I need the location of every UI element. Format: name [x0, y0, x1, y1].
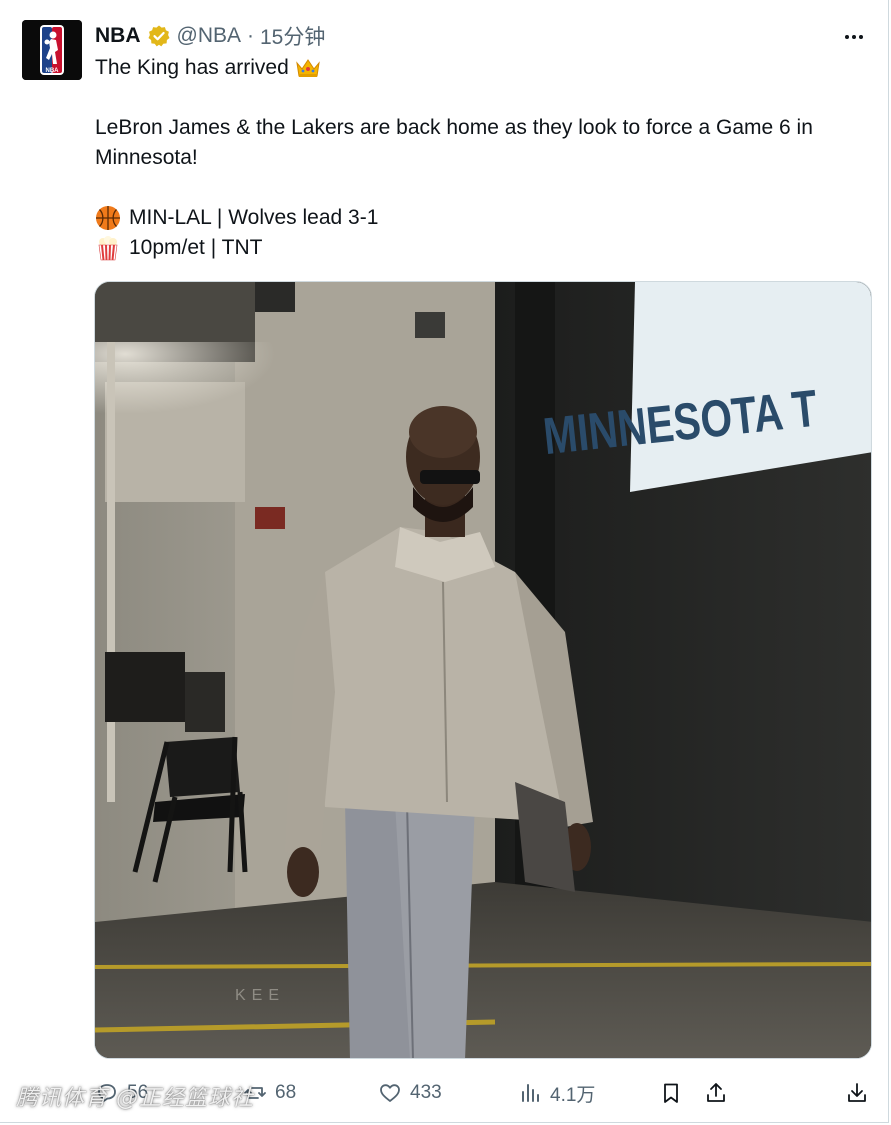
more-options-button[interactable]	[839, 22, 869, 52]
floor-text: KEE	[235, 987, 285, 1004]
download-button[interactable]	[845, 1075, 869, 1111]
basketball-icon	[96, 206, 120, 230]
like-button[interactable]: 433	[378, 1075, 442, 1111]
share-icon	[707, 1083, 725, 1102]
separator-dot: ·	[247, 24, 254, 47]
tweet-line: LeBron James & the Lakers are back home …	[95, 113, 875, 143]
avatar[interactable]: NBA	[22, 20, 82, 80]
crown-icon	[296, 59, 320, 77]
watermark-text: 腾讯体育 @正经篮球社	[16, 1086, 254, 1111]
views-count: 4.1万	[550, 1084, 596, 1106]
like-count: 433	[410, 1082, 442, 1103]
views-button[interactable]: 4.1万	[518, 1075, 595, 1111]
author-handle[interactable]: @NBA	[177, 24, 242, 48]
analytics-icon	[522, 1084, 539, 1102]
bookmark-button[interactable]	[659, 1075, 683, 1111]
timestamp[interactable]: 15分钟	[260, 21, 325, 51]
popcorn-icon	[98, 236, 118, 261]
tweet-line: The King has arrived	[95, 53, 875, 83]
tweet-line-4: MIN-LAL | Wolves lead 3-1	[129, 206, 379, 229]
bookmark-icon	[664, 1083, 678, 1103]
share-button[interactable]	[704, 1075, 728, 1111]
tweet-line: Minnesota!	[95, 143, 875, 173]
tweet-line-1: The King has arrived	[95, 56, 289, 79]
nba-logo-icon: NBA	[22, 20, 82, 80]
avatar-text: NBA	[46, 68, 60, 74]
tweet-text: The King has arrived LeBron James & the …	[95, 53, 875, 263]
tweet-line-3: Minnesota!	[95, 146, 198, 169]
author-name[interactable]: NBA	[95, 24, 141, 48]
tweet-line-2: LeBron James & the Lakers are back home …	[95, 116, 813, 139]
tweet-line: MIN-LAL | Wolves lead 3-1	[95, 203, 875, 233]
more-icon	[845, 35, 863, 39]
verified-badge-icon	[148, 25, 169, 47]
tweet-video[interactable]: MINNESOTA T KEE	[94, 281, 872, 1059]
tweet-line: 10pm/et | TNT	[95, 233, 875, 263]
heart-icon	[380, 1084, 400, 1102]
download-icon	[848, 1083, 866, 1102]
tweet-header: NBA @NBA · 15分钟	[95, 22, 325, 50]
repost-count: 68	[275, 1082, 297, 1103]
video-frame-image: MINNESOTA T KEE	[95, 282, 871, 1058]
tweet-line-5: 10pm/et | TNT	[129, 236, 263, 259]
